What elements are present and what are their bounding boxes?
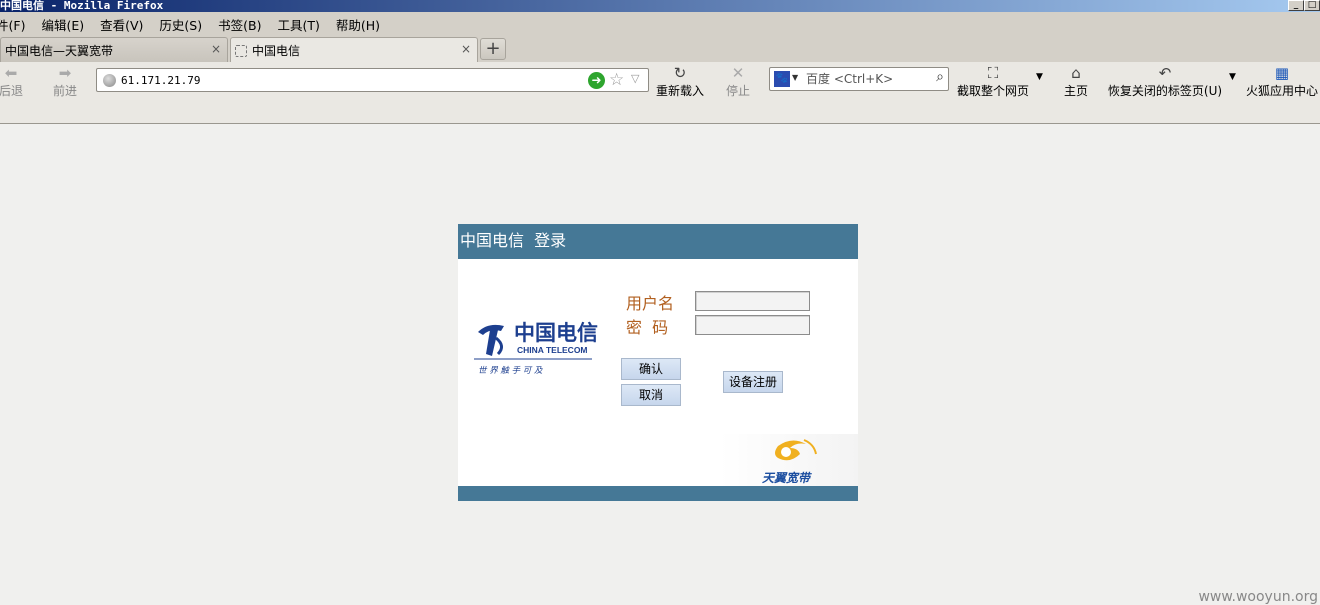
page-icon	[235, 45, 247, 57]
tianyi-swirl-icon: 天翼宽带	[762, 439, 817, 485]
home-label: 主页	[1063, 84, 1088, 98]
tab-label: 中国电信—天翼宽带	[5, 44, 114, 58]
bookmark-star-icon[interactable]: ☆	[609, 70, 624, 90]
app-center-label: 火狐应用中心	[1245, 84, 1318, 98]
reload-button[interactable]: ↻ 重新载入	[654, 64, 706, 99]
navigation-toolbar: ⬅ 后退 ➡ 前进 ➜ ☆ ▽ ↻ 重新载入 ✕ 停止 🐾 ▼ ⌕ ⛶ 截取整个…	[0, 62, 1320, 124]
login-header: 中国电信 登录	[458, 224, 858, 259]
tianyi-brand-text: 天翼宽带	[762, 471, 812, 485]
cancel-button[interactable]: 取消	[621, 384, 681, 406]
stop-icon: ✕	[731, 64, 745, 82]
tab-telecom[interactable]: 中国电信 ×	[230, 37, 478, 62]
device-register-button[interactable]: 设备注册	[723, 371, 783, 393]
menu-edit[interactable]: 编辑(E)	[41, 15, 84, 34]
reload-icon: ↻	[673, 64, 687, 82]
search-magnifier-icon[interactable]: ⌕	[936, 69, 944, 85]
url-history-dropdown-icon[interactable]: ▽	[631, 72, 639, 85]
menu-help[interactable]: 帮助(H)	[336, 15, 380, 34]
undo-close-tab-icon: ↶	[1158, 64, 1172, 82]
login-panel: 中国电信 登录 中国电信 CHINA TELECOM 世 界 触 手 可 及 用…	[458, 224, 858, 501]
search-bar[interactable]: 🐾 ▼ ⌕	[769, 67, 949, 91]
screenshot-label: 截取整个网页	[956, 84, 1029, 98]
close-tab-icon[interactable]: ×	[461, 42, 471, 56]
screenshot-dropdown-icon[interactable]: ▼	[1036, 72, 1043, 82]
home-icon: ⌂	[1071, 64, 1081, 82]
search-input[interactable]	[806, 71, 926, 87]
menu-file[interactable]: 件(F)	[0, 15, 25, 34]
url-input[interactable]	[121, 72, 571, 88]
tab-label: 中国电信	[252, 44, 301, 58]
site-identity-icon[interactable]	[103, 74, 116, 87]
engine-dropdown-icon[interactable]: ▼	[792, 73, 798, 82]
page-content: 中国电信 登录 中国电信 CHINA TELECOM 世 界 触 手 可 及 用…	[0, 124, 1320, 605]
tianyi-broadband-logo: 天翼宽带	[720, 434, 858, 486]
close-tab-icon[interactable]: ×	[211, 42, 221, 56]
tab-tianyi[interactable]: 中国电信—天翼宽带 ×	[0, 37, 228, 62]
watermark: www.wooyun.org	[1198, 589, 1318, 605]
back-button[interactable]: ⬅ 后退	[0, 64, 28, 99]
maximize-button[interactable]: □	[1304, 0, 1320, 11]
forward-arrow-icon: ➡	[58, 64, 72, 82]
username-label: 用户名	[626, 294, 675, 313]
baidu-engine-icon[interactable]: 🐾	[774, 71, 790, 87]
back-label: 后退	[0, 84, 23, 98]
username-field[interactable]	[695, 291, 810, 311]
go-arrow-icon[interactable]: ➜	[588, 72, 605, 89]
app-grid-icon: ▦	[1274, 64, 1290, 82]
home-button[interactable]: ⌂ 主页	[1062, 64, 1090, 99]
password-field[interactable]	[695, 315, 810, 335]
logo-chinese-text: 中国电信	[514, 320, 598, 345]
back-arrow-icon: ⬅	[4, 64, 18, 82]
tab-strip: 中国电信—天翼宽带 × 中国电信 × +	[0, 36, 1320, 62]
minimize-button[interactable]: _	[1288, 0, 1304, 11]
menu-tools[interactable]: 工具(T)	[277, 15, 319, 34]
window-titlebar: 中国电信 - Mozilla Firefox _ □	[0, 0, 1320, 12]
address-bar[interactable]: ➜ ☆ ▽	[96, 68, 649, 92]
restore-dropdown-icon[interactable]: ▼	[1229, 72, 1236, 82]
new-tab-button[interactable]: +	[480, 38, 506, 60]
forward-label: 前进	[52, 84, 77, 98]
logo-english-text: CHINA TELECOM	[517, 345, 588, 355]
window-title: 中国电信 - Mozilla Firefox	[0, 0, 164, 12]
confirm-button[interactable]: 确认	[621, 358, 681, 380]
logo-slogan: 世 界 触 手 可 及	[478, 365, 543, 376]
window-controls: _ □	[1288, 0, 1320, 12]
app-center-button[interactable]: ▦ 火狐应用中心	[1244, 64, 1320, 99]
china-telecom-logo: 中国电信 CHINA TELECOM 世 界 触 手 可 及	[474, 320, 598, 376]
menu-bookmarks[interactable]: 书签(B)	[218, 15, 261, 34]
password-label: 密 码	[626, 318, 669, 337]
menu-history[interactable]: 历史(S)	[159, 15, 202, 34]
restore-tabs-label: 恢复关闭的标签页(U)	[1107, 84, 1223, 98]
stop-button[interactable]: ✕ 停止	[724, 64, 752, 99]
restore-closed-tabs-button[interactable]: ↶ 恢复关闭的标签页(U)	[1107, 64, 1223, 99]
stop-label: 停止	[725, 84, 750, 98]
screenshot-icon: ⛶	[987, 64, 999, 82]
reload-label: 重新载入	[655, 84, 704, 98]
login-footer-bar	[458, 486, 858, 501]
menu-view[interactable]: 查看(V)	[100, 15, 143, 34]
forward-button[interactable]: ➡ 前进	[50, 64, 80, 99]
screenshot-button[interactable]: ⛶ 截取整个网页	[955, 64, 1031, 99]
menu-bar: 件(F) 编辑(E) 查看(V) 历史(S) 书签(B) 工具(T) 帮助(H)	[0, 12, 1320, 36]
